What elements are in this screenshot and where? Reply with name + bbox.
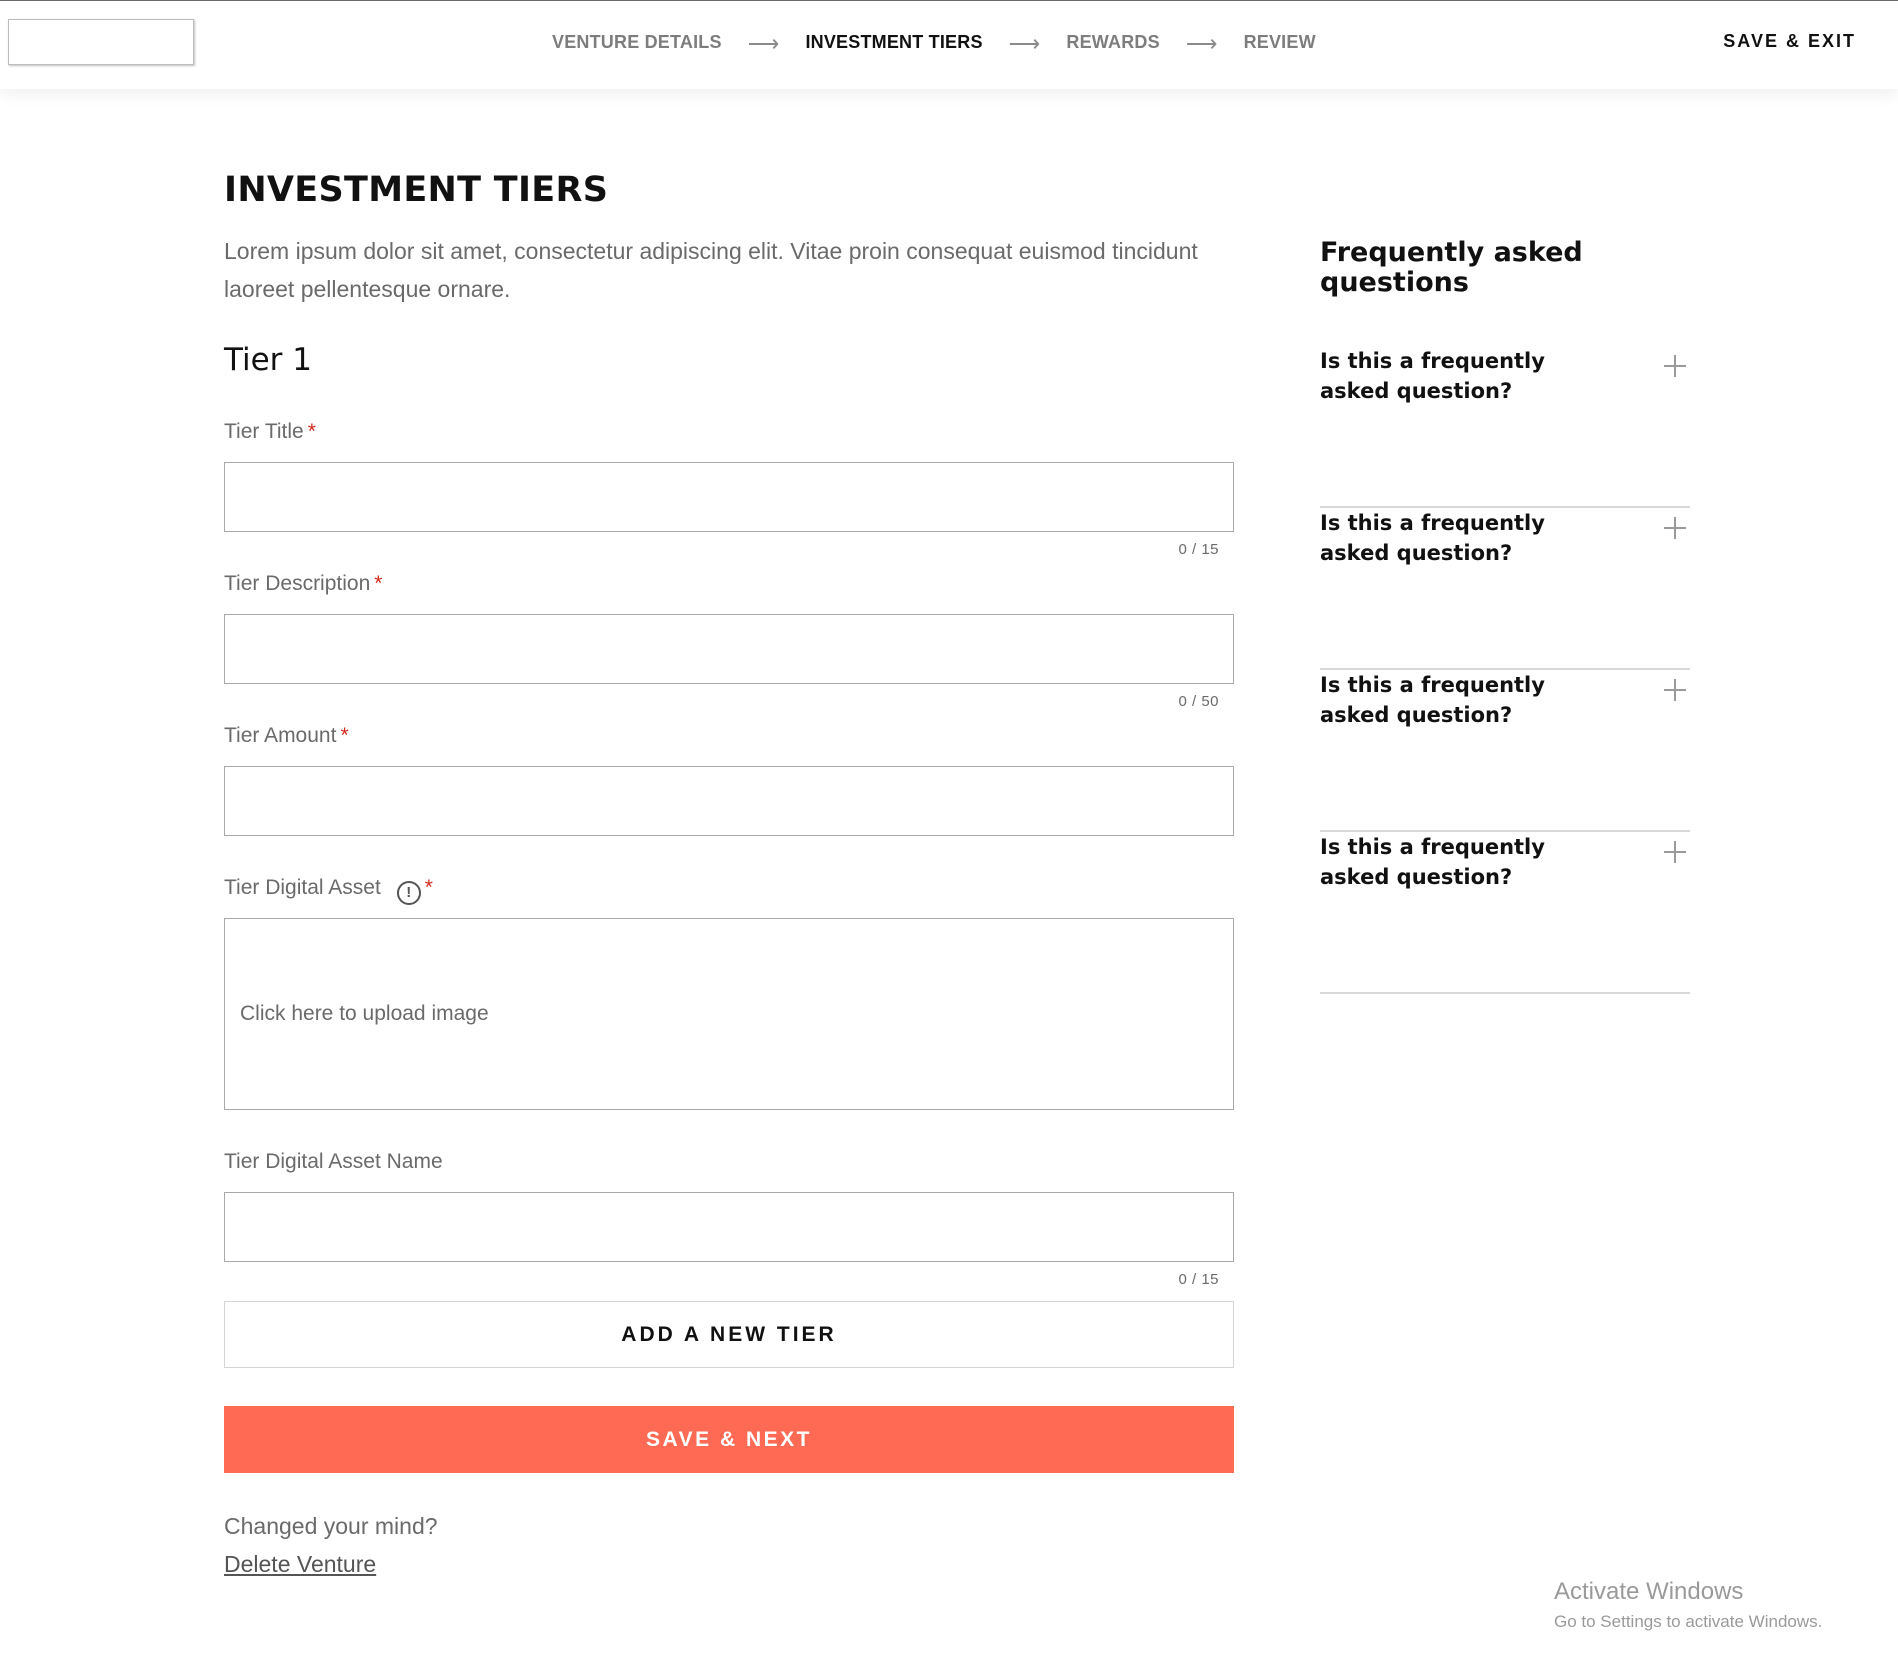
tier-asset-name-counter: 0 / 15 [1178, 1271, 1219, 1288]
tier-description-label: Tier Description * [224, 572, 382, 596]
tier-title-input[interactable] [224, 462, 1234, 532]
plus-icon[interactable] [1664, 517, 1686, 539]
tier-asset-name-label-text: Tier Digital Asset Name [224, 1150, 443, 1173]
tier-title-counter: 0 / 15 [1178, 541, 1219, 558]
upload-prompt: Click here to upload image [240, 1002, 489, 1025]
faq-item[interactable]: Is this a frequently asked question? [1320, 832, 1690, 994]
faq-item[interactable]: Is this a frequently asked question? [1320, 670, 1690, 832]
tier-asset-name-input[interactable] [224, 1192, 1234, 1262]
top-header: VENTURE DETAILS ⟶ INVESTMENT TIERS ⟶ REW… [0, 1, 1898, 89]
arrow-right-icon: ⟶ [747, 31, 780, 56]
page-title: INVESTMENT TIERS [224, 170, 609, 210]
step-rewards[interactable]: REWARDS [1066, 32, 1159, 53]
delete-venture-link[interactable]: Delete Venture [224, 1551, 376, 1578]
tier-amount-label: Tier Amount * [224, 724, 349, 748]
info-icon[interactable]: ! [396, 880, 421, 905]
add-new-tier-button[interactable]: ADD A NEW TIER [224, 1301, 1234, 1368]
watermark-title: Activate Windows [1554, 1578, 1744, 1605]
required-marker: * [424, 876, 433, 899]
faq-question: Is this a frequently asked question? [1320, 511, 1545, 565]
changed-mind-text: Changed your mind? [224, 1513, 438, 1539]
arrow-right-icon: ⟶ [1185, 31, 1218, 56]
faq-item[interactable]: Is this a frequently asked question? [1320, 508, 1690, 670]
required-marker: * [307, 420, 316, 443]
intro-text: Lorem ipsum dolor sit amet, consectetur … [224, 238, 1198, 302]
required-marker: * [340, 724, 349, 747]
tier-amount-label-text: Tier Amount [224, 724, 337, 747]
tier-digital-asset-label-text: Tier Digital Asset [224, 876, 381, 899]
faq-item[interactable]: Is this a frequently asked question? [1320, 346, 1690, 508]
faq-panel: Frequently asked questions Is this a fre… [1320, 237, 1690, 994]
tier-description-counter: 0 / 50 [1178, 693, 1219, 710]
logo-placeholder[interactable] [8, 19, 194, 65]
plus-icon[interactable] [1664, 679, 1686, 701]
tier-heading: Tier 1 [224, 342, 312, 378]
tier-title-label: Tier Title * [224, 420, 316, 444]
faq-question: Is this a frequently asked question? [1320, 349, 1545, 403]
required-marker: * [374, 572, 383, 595]
faq-title: Frequently asked questions [1320, 237, 1583, 298]
tier-asset-name-label: Tier Digital Asset Name [224, 1150, 443, 1174]
tier-description-input[interactable] [224, 614, 1234, 684]
plus-icon[interactable] [1664, 841, 1686, 863]
plus-icon[interactable] [1664, 355, 1686, 377]
step-review[interactable]: REVIEW [1244, 32, 1316, 53]
save-exit-button[interactable]: SAVE & EXIT [1723, 31, 1856, 52]
step-venture-details[interactable]: VENTURE DETAILS [552, 32, 722, 53]
progress-steps: VENTURE DETAILS ⟶ INVESTMENT TIERS ⟶ REW… [552, 30, 1316, 56]
faq-question: Is this a frequently asked question? [1320, 673, 1545, 727]
tier-digital-asset-label: Tier Digital Asset! * [224, 876, 433, 905]
activate-windows-watermark: Activate Windows Go to Settings to activ… [1554, 1578, 1822, 1632]
tier-title-label-text: Tier Title [224, 420, 304, 443]
image-upload-area[interactable]: Click here to upload image [224, 918, 1234, 1110]
save-next-button[interactable]: SAVE & NEXT [224, 1406, 1234, 1473]
tier-amount-input[interactable] [224, 766, 1234, 836]
faq-question: Is this a frequently asked question? [1320, 835, 1545, 889]
watermark-subtitle: Go to Settings to activate Windows. [1554, 1612, 1823, 1631]
arrow-right-icon: ⟶ [1008, 31, 1041, 56]
tier-description-label-text: Tier Description [224, 572, 371, 595]
step-investment-tiers[interactable]: INVESTMENT TIERS [805, 32, 982, 53]
